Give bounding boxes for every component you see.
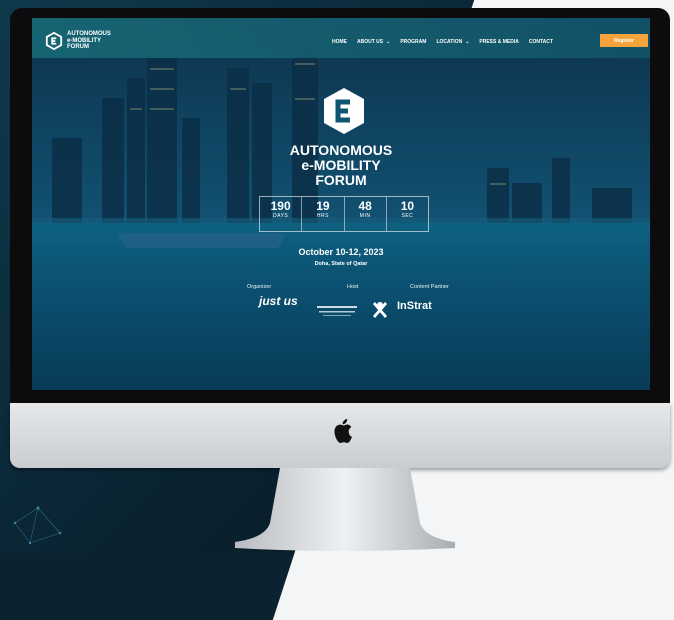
- organizer-logo[interactable]: just us: [259, 295, 298, 307]
- event-date: October 10-12, 2023: [298, 247, 384, 257]
- main-menu: HOME ABOUT US ⌄ PROGRAM LOCATION ⌄ PRESS &…: [332, 39, 553, 45]
- site-logo[interactable]: AUTONOMOUS e-MOBILITY FORUM: [45, 31, 111, 51]
- countdown-unit: DAYS: [273, 213, 289, 219]
- nav-contact[interactable]: CONTACT: [529, 39, 553, 45]
- organizer-label: Organizer: [247, 284, 272, 290]
- register-button[interactable]: Register: [600, 34, 648, 47]
- countdown-value: 190: [270, 199, 291, 213]
- countdown-hours: 19 HRS: [302, 197, 345, 231]
- countdown-unit: SEC: [401, 213, 414, 219]
- nav-about-us-label: ABOUT US: [357, 39, 384, 45]
- countdown-seconds: 10 SEC: [387, 197, 428, 231]
- partners-section: Organizer Host Content Partner just us I…: [242, 284, 482, 324]
- nav-location-label: LOCATION: [436, 39, 463, 45]
- countdown-minutes: 48 MIN: [345, 197, 387, 231]
- nav-location[interactable]: LOCATION ⌄: [436, 39, 469, 45]
- nav-about-us[interactable]: ABOUT US ⌄: [357, 39, 390, 45]
- nav-press-media-label: PRESS & MEDIA: [479, 39, 519, 45]
- monitor-stand: [235, 468, 455, 551]
- countdown-timer: 190 DAYS 19 HRS 48 MIN 10 SEC: [259, 196, 429, 232]
- chevron-down-icon: ⌄: [386, 39, 391, 45]
- countdown-value: 19: [316, 199, 330, 213]
- nav-press-media[interactable]: PRESS & MEDIA: [479, 39, 518, 45]
- nav-program[interactable]: PROGRAM: [400, 39, 426, 45]
- countdown-value: 10: [400, 199, 415, 213]
- network-graphic: [13, 506, 62, 545]
- website-screen: AUTONOMOUS e-MOBILITY FORUM HOME ABOUT U…: [32, 18, 650, 390]
- nav-contact-label: CONTACT: [528, 39, 553, 45]
- countdown-value: 48: [358, 199, 372, 213]
- chevron-down-icon: ⌄: [465, 39, 470, 45]
- nav-program-label: PROGRAM: [400, 39, 427, 45]
- countdown-unit: HRS: [316, 213, 329, 219]
- countdown-days: 190 DAYS: [260, 197, 303, 231]
- top-navbar: AUTONOMOUS e-MOBILITY FORUM HOME ABOUT U…: [32, 18, 650, 58]
- nav-home[interactable]: HOME: [332, 39, 347, 45]
- emobility-logo-icon: [45, 31, 63, 50]
- content-partner-label: Content Partner: [410, 284, 449, 290]
- forum-logo-icon: [324, 88, 364, 134]
- event-location: Doha, State of Qatar: [314, 261, 368, 267]
- imac-monitor: AUTONOMOUS e-MOBILITY FORUM HOME ABOUT U…: [10, 8, 670, 551]
- host-label: Host: [347, 284, 359, 290]
- content-partner-logo[interactable]: InStrat: [397, 300, 432, 312]
- hero-title: AUTONOMOUS e-MOBILITY FORUM: [241, 143, 441, 188]
- logo-text: AUTONOMOUS e-MOBILITY FORUM: [67, 31, 111, 50]
- hero-title-line3: FORUM: [315, 172, 367, 188]
- countdown-unit: MIN: [359, 213, 371, 219]
- hero-title-line1: AUTONOMOUS: [289, 142, 393, 158]
- hero-title-line2: e-MOBILITY: [301, 157, 381, 173]
- apple-logo-icon: [334, 419, 352, 443]
- nav-home-label: HOME: [332, 39, 347, 45]
- ministry-of-transport-logo[interactable]: [315, 298, 390, 320]
